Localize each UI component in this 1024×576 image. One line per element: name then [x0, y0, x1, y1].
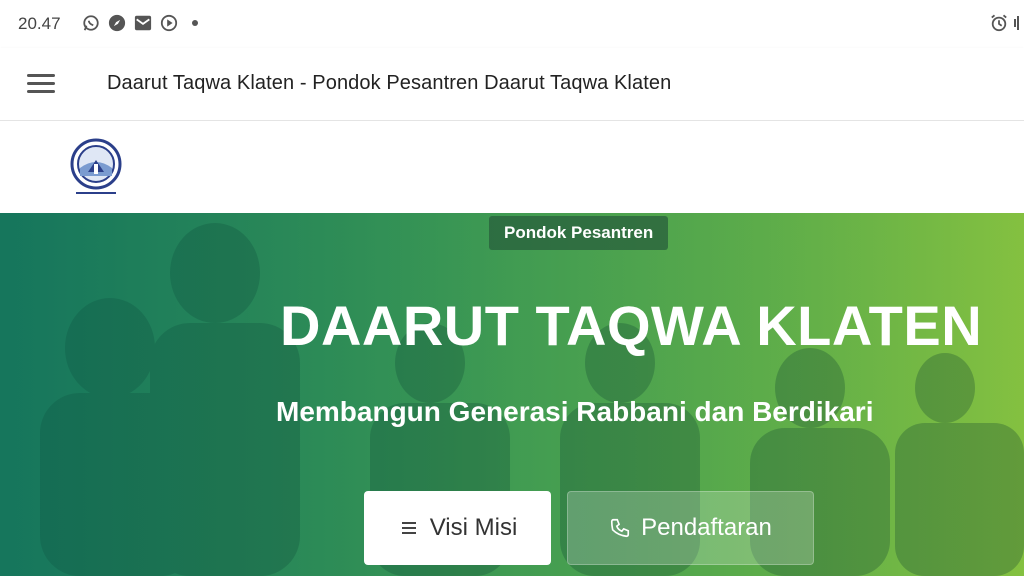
status-bar: 20.47: [0, 0, 1024, 48]
app-bar: Daarut Taqwa Klaten - Pondok Pesantren D…: [0, 48, 1024, 121]
status-left-icons: [82, 14, 198, 32]
visi-misi-button[interactable]: Visi Misi: [364, 491, 551, 565]
hamburger-menu-icon[interactable]: [24, 70, 58, 98]
visi-misi-label: Visi Misi: [429, 514, 518, 541]
whatsapp-icon: [83, 15, 99, 31]
hero-badge: Pondok Pesantren: [489, 216, 669, 250]
compass-icon: [108, 14, 126, 32]
play-circle-icon: [160, 14, 178, 32]
vibrate-icon: [1014, 16, 1019, 30]
status-right-icons: [990, 14, 1024, 32]
hero-title: DAARUT TAQWA KLATEN: [280, 294, 983, 357]
status-time: 20.47: [18, 14, 61, 33]
page-title: Daarut Taqwa Klaten - Pondok Pesantren D…: [107, 72, 672, 94]
list-icon: [401, 522, 416, 534]
dot-icon: [192, 20, 198, 26]
school-emblem-icon[interactable]: [70, 138, 122, 198]
pendaftaran-label: Pendaftaran: [641, 514, 772, 541]
pendaftaran-button[interactable]: Pendaftaran: [567, 491, 814, 565]
phone-icon: [611, 518, 630, 538]
alarm-icon: [991, 14, 1007, 32]
mail-icon: [134, 15, 152, 31]
hero-subtitle: Membangun Generasi Rabbani dan Berdikari: [276, 396, 874, 427]
site-header: [0, 121, 1024, 213]
hero-section: Pondok Pesantren DAARUT TAQWA KLATEN Mem…: [0, 213, 1024, 576]
